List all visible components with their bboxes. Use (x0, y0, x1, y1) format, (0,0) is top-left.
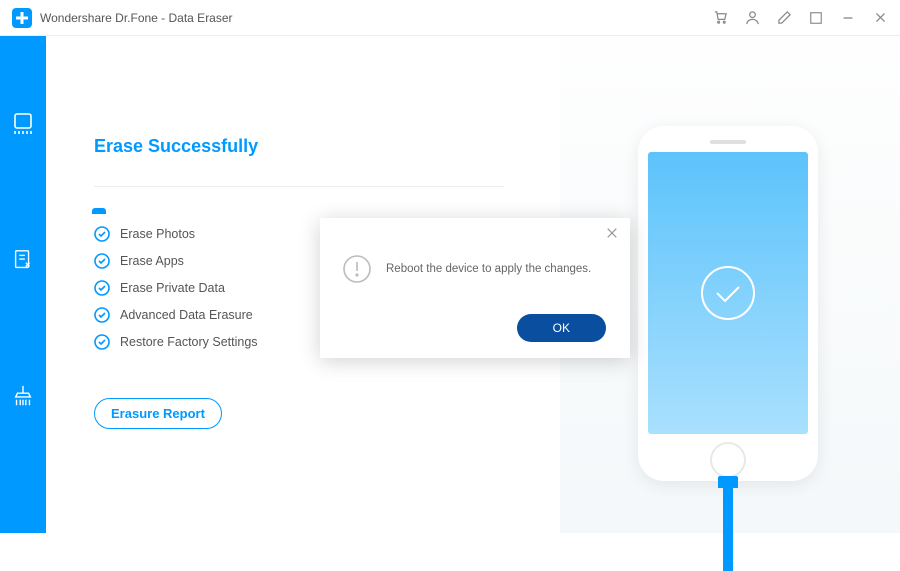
task-label: Erase Private Data (120, 281, 225, 295)
task-label: Erase Photos (120, 227, 195, 241)
titlebar: Wondershare Dr.Fone - Data Eraser (0, 0, 900, 36)
check-icon (94, 334, 110, 350)
task-list: Erase Photos Erase Apps Erase Private Da… (94, 226, 258, 350)
restore-icon[interactable] (808, 10, 824, 26)
sidebar-report-icon[interactable] (10, 247, 36, 273)
modal-ok-button[interactable]: OK (517, 314, 606, 342)
modal-close-icon[interactable] (606, 226, 620, 240)
main-panel: Erase Successfully Erase Photos Erase Ap… (46, 36, 900, 533)
task-label: Advanced Data Erasure (120, 308, 253, 322)
check-icon (94, 280, 110, 296)
task-label: Erase Apps (120, 254, 184, 268)
phone-speaker (710, 140, 746, 144)
page-title: Erase Successfully (94, 136, 258, 157)
task-item: Restore Factory Settings (94, 334, 258, 350)
titlebar-actions (712, 10, 888, 26)
sidebar-cleanup-icon[interactable] (10, 383, 36, 409)
close-icon[interactable] (872, 10, 888, 26)
success-check-icon (699, 264, 757, 322)
phone-screen (648, 152, 808, 434)
app-logo-icon (12, 8, 32, 28)
task-item: Erase Private Data (94, 280, 258, 296)
task-item: Erase Photos (94, 226, 258, 242)
progress-indicator (92, 208, 106, 214)
task-item: Advanced Data Erasure (94, 307, 258, 323)
account-icon[interactable] (744, 10, 760, 26)
check-icon (94, 253, 110, 269)
phone-home-button (710, 442, 746, 478)
sidebar-erase-icon[interactable] (10, 111, 36, 137)
minimize-icon[interactable] (840, 10, 856, 26)
cart-icon[interactable] (712, 10, 728, 26)
check-icon (94, 307, 110, 323)
modal-message: Reboot the device to apply the changes. (386, 263, 591, 275)
info-icon (342, 254, 372, 284)
feedback-icon[interactable] (776, 10, 792, 26)
reboot-modal: Reboot the device to apply the changes. … (320, 218, 630, 358)
divider (94, 186, 504, 187)
app-title: Wondershare Dr.Fone - Data Eraser (40, 11, 233, 25)
erasure-report-button[interactable]: Erasure Report (94, 398, 222, 429)
task-item: Erase Apps (94, 253, 258, 269)
check-icon (94, 226, 110, 242)
task-label: Restore Factory Settings (120, 335, 258, 349)
phone-mockup (638, 126, 818, 481)
cable (723, 481, 733, 571)
sidebar (0, 36, 46, 533)
